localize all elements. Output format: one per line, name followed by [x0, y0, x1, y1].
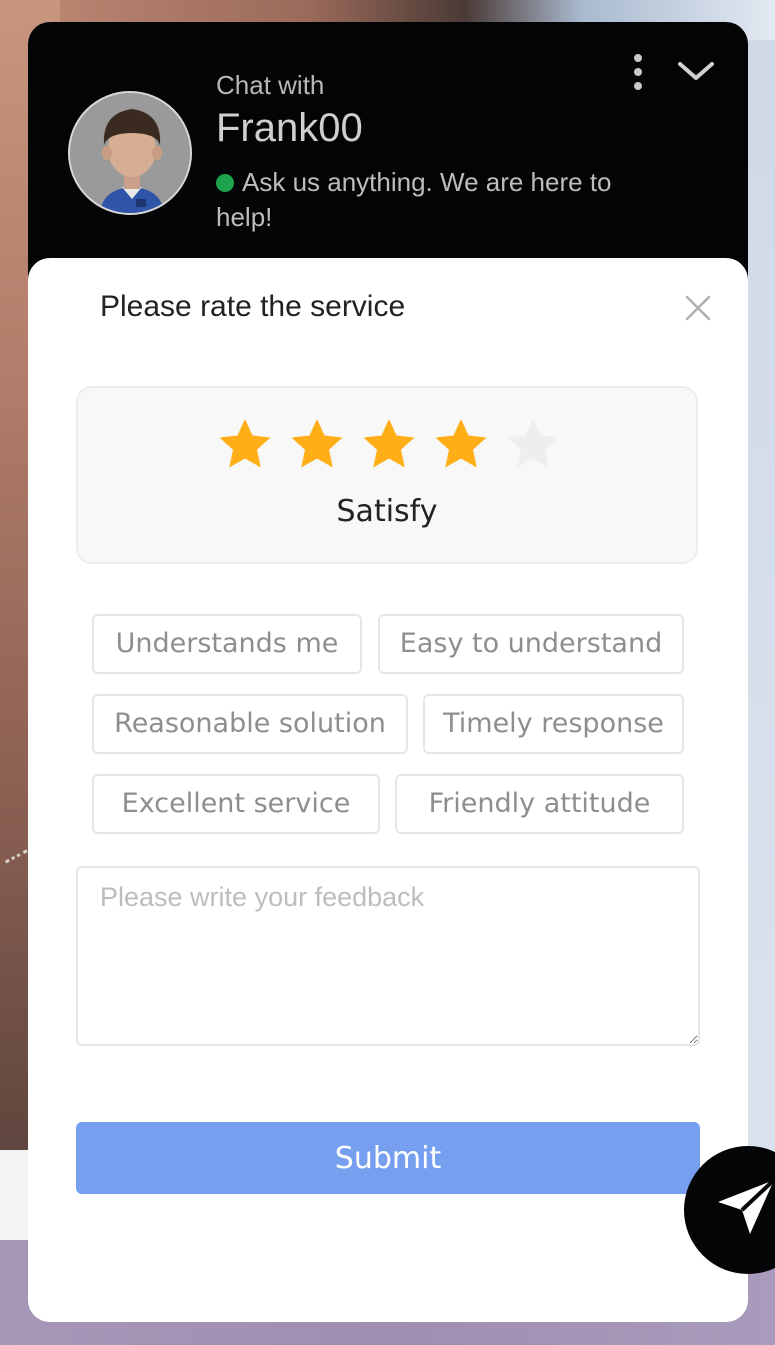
send-paper-plane-icon: [718, 1178, 775, 1234]
star-icon-3[interactable]: [360, 416, 418, 474]
tag-reasonable-solution[interactable]: Reasonable solution: [92, 694, 408, 754]
agent-name: Frank00: [216, 106, 363, 150]
status-line: Ask us anything. We are here to help!: [216, 165, 656, 235]
star-icon-4[interactable]: [432, 416, 490, 474]
online-status-dot: [216, 174, 234, 192]
rating-title: Please rate the service: [100, 290, 406, 323]
agent-avatar-icon: [68, 91, 192, 215]
tag-friendly-attitude[interactable]: Friendly attitude: [395, 774, 684, 834]
star-icon-1[interactable]: [216, 416, 274, 474]
chevron-down-icon[interactable]: [676, 58, 716, 86]
tag-timely-response[interactable]: Timely response: [423, 694, 684, 754]
star-icon-2[interactable]: [288, 416, 346, 474]
tag-excellent-service[interactable]: Excellent service: [92, 774, 380, 834]
kebab-menu-icon[interactable]: [628, 52, 648, 90]
tag-understands-me[interactable]: Understands me: [92, 614, 362, 674]
star-icon-5[interactable]: [504, 416, 562, 474]
chat-widget: Chat with Frank00 Ask us anything. We ar…: [28, 22, 748, 1322]
star-rating-box: Satisfy: [76, 386, 698, 564]
chat-with-label: Chat with: [216, 70, 325, 100]
rating-panel: Please rate the service Satisfy Understa…: [28, 258, 748, 1322]
tag-easy-to-understand[interactable]: Easy to understand: [378, 614, 684, 674]
feedback-textarea[interactable]: [76, 866, 700, 1046]
rating-label: Satisfy: [336, 494, 438, 529]
submit-button[interactable]: Submit: [76, 1122, 700, 1194]
status-text: Ask us anything. We are here to help!: [216, 167, 612, 232]
star-rating: [216, 416, 576, 476]
chat-header: Chat with Frank00 Ask us anything. We ar…: [28, 22, 748, 292]
close-icon[interactable]: [684, 294, 712, 322]
